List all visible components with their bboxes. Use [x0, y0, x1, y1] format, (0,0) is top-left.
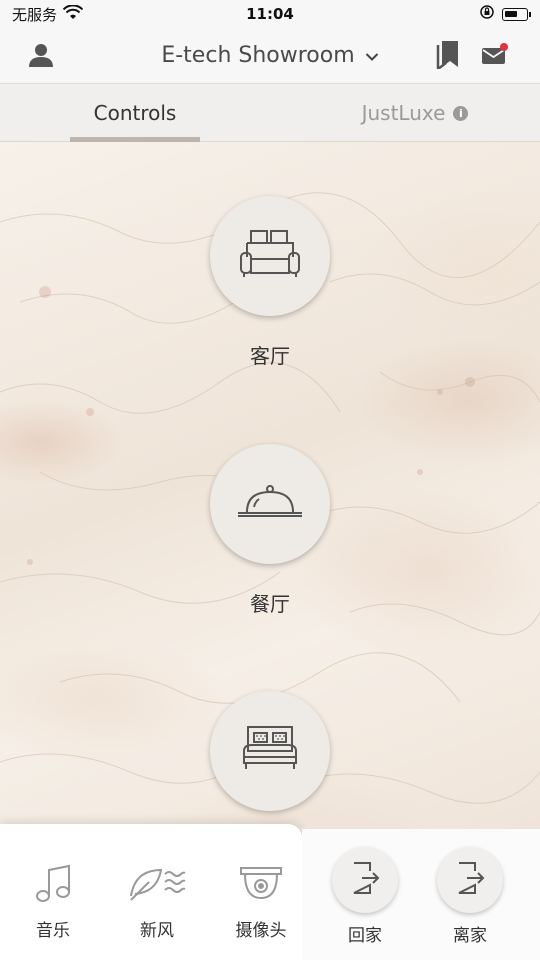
dock-item-fresh-air[interactable]: 新风 [112, 864, 202, 941]
home-selector[interactable]: E-tech Showroom [161, 43, 378, 68]
door-enter-icon [350, 861, 380, 899]
battery-icon [502, 7, 531, 21]
sofa-icon [239, 229, 301, 283]
home-title: E-tech Showroom [161, 43, 355, 68]
mail-icon[interactable] [481, 43, 509, 71]
scene-dock: 回家 离家 [302, 829, 540, 960]
scene-home-label: 回家 [348, 926, 382, 946]
dock-item-music-label: 音乐 [36, 921, 70, 941]
dock-item-camera-label: 摄像头 [235, 921, 287, 941]
user-icon[interactable] [28, 42, 54, 72]
tab-justluxe-label: JustLuxe [361, 101, 446, 125]
room-dining-label: 餐厅 [250, 592, 290, 616]
room-living-button[interactable] [210, 196, 330, 316]
room-dining: 餐厅 [210, 444, 330, 617]
bookmark-icon[interactable] [436, 41, 460, 73]
room-bedroom-button[interactable] [210, 691, 330, 811]
tab-bar: Controls JustLuxe i [0, 84, 540, 142]
fresh-air-icon [127, 868, 187, 908]
scene-away-label: 离家 [453, 926, 487, 946]
room-dining-button[interactable] [210, 444, 330, 564]
cloche-icon [235, 482, 305, 526]
status-bar: 无服务 11:04 [0, 0, 540, 28]
room-living-label: 客厅 [250, 344, 290, 368]
dock-item-music[interactable]: 音乐 [8, 864, 98, 941]
info-icon: i [453, 105, 469, 121]
bed-icon [240, 725, 300, 777]
door-exit-icon [455, 861, 485, 899]
camera-icon [239, 867, 283, 908]
chevron-down-icon [365, 43, 379, 68]
scene-home-button[interactable] [332, 847, 398, 913]
notification-dot [500, 43, 508, 51]
dock-item-camera[interactable]: 摄像头 [216, 864, 306, 941]
tab-controls-label: Controls [93, 101, 177, 125]
status-time: 11:04 [246, 5, 294, 23]
music-note-icon [33, 864, 73, 908]
function-dock: 音乐 新风 摄像头 [0, 824, 302, 960]
room-bedroom [210, 691, 330, 811]
scene-home[interactable]: 回家 [320, 847, 410, 946]
top-navigation-bar: E-tech Showroom [0, 28, 540, 84]
tab-justluxe[interactable]: JustLuxe i [340, 84, 490, 142]
scene-away-button[interactable] [437, 847, 503, 913]
scene-away[interactable]: 离家 [425, 847, 515, 946]
tab-controls[interactable]: Controls [70, 84, 200, 142]
room-living: 客厅 [210, 196, 330, 369]
dock-item-fresh-air-label: 新风 [140, 921, 174, 941]
